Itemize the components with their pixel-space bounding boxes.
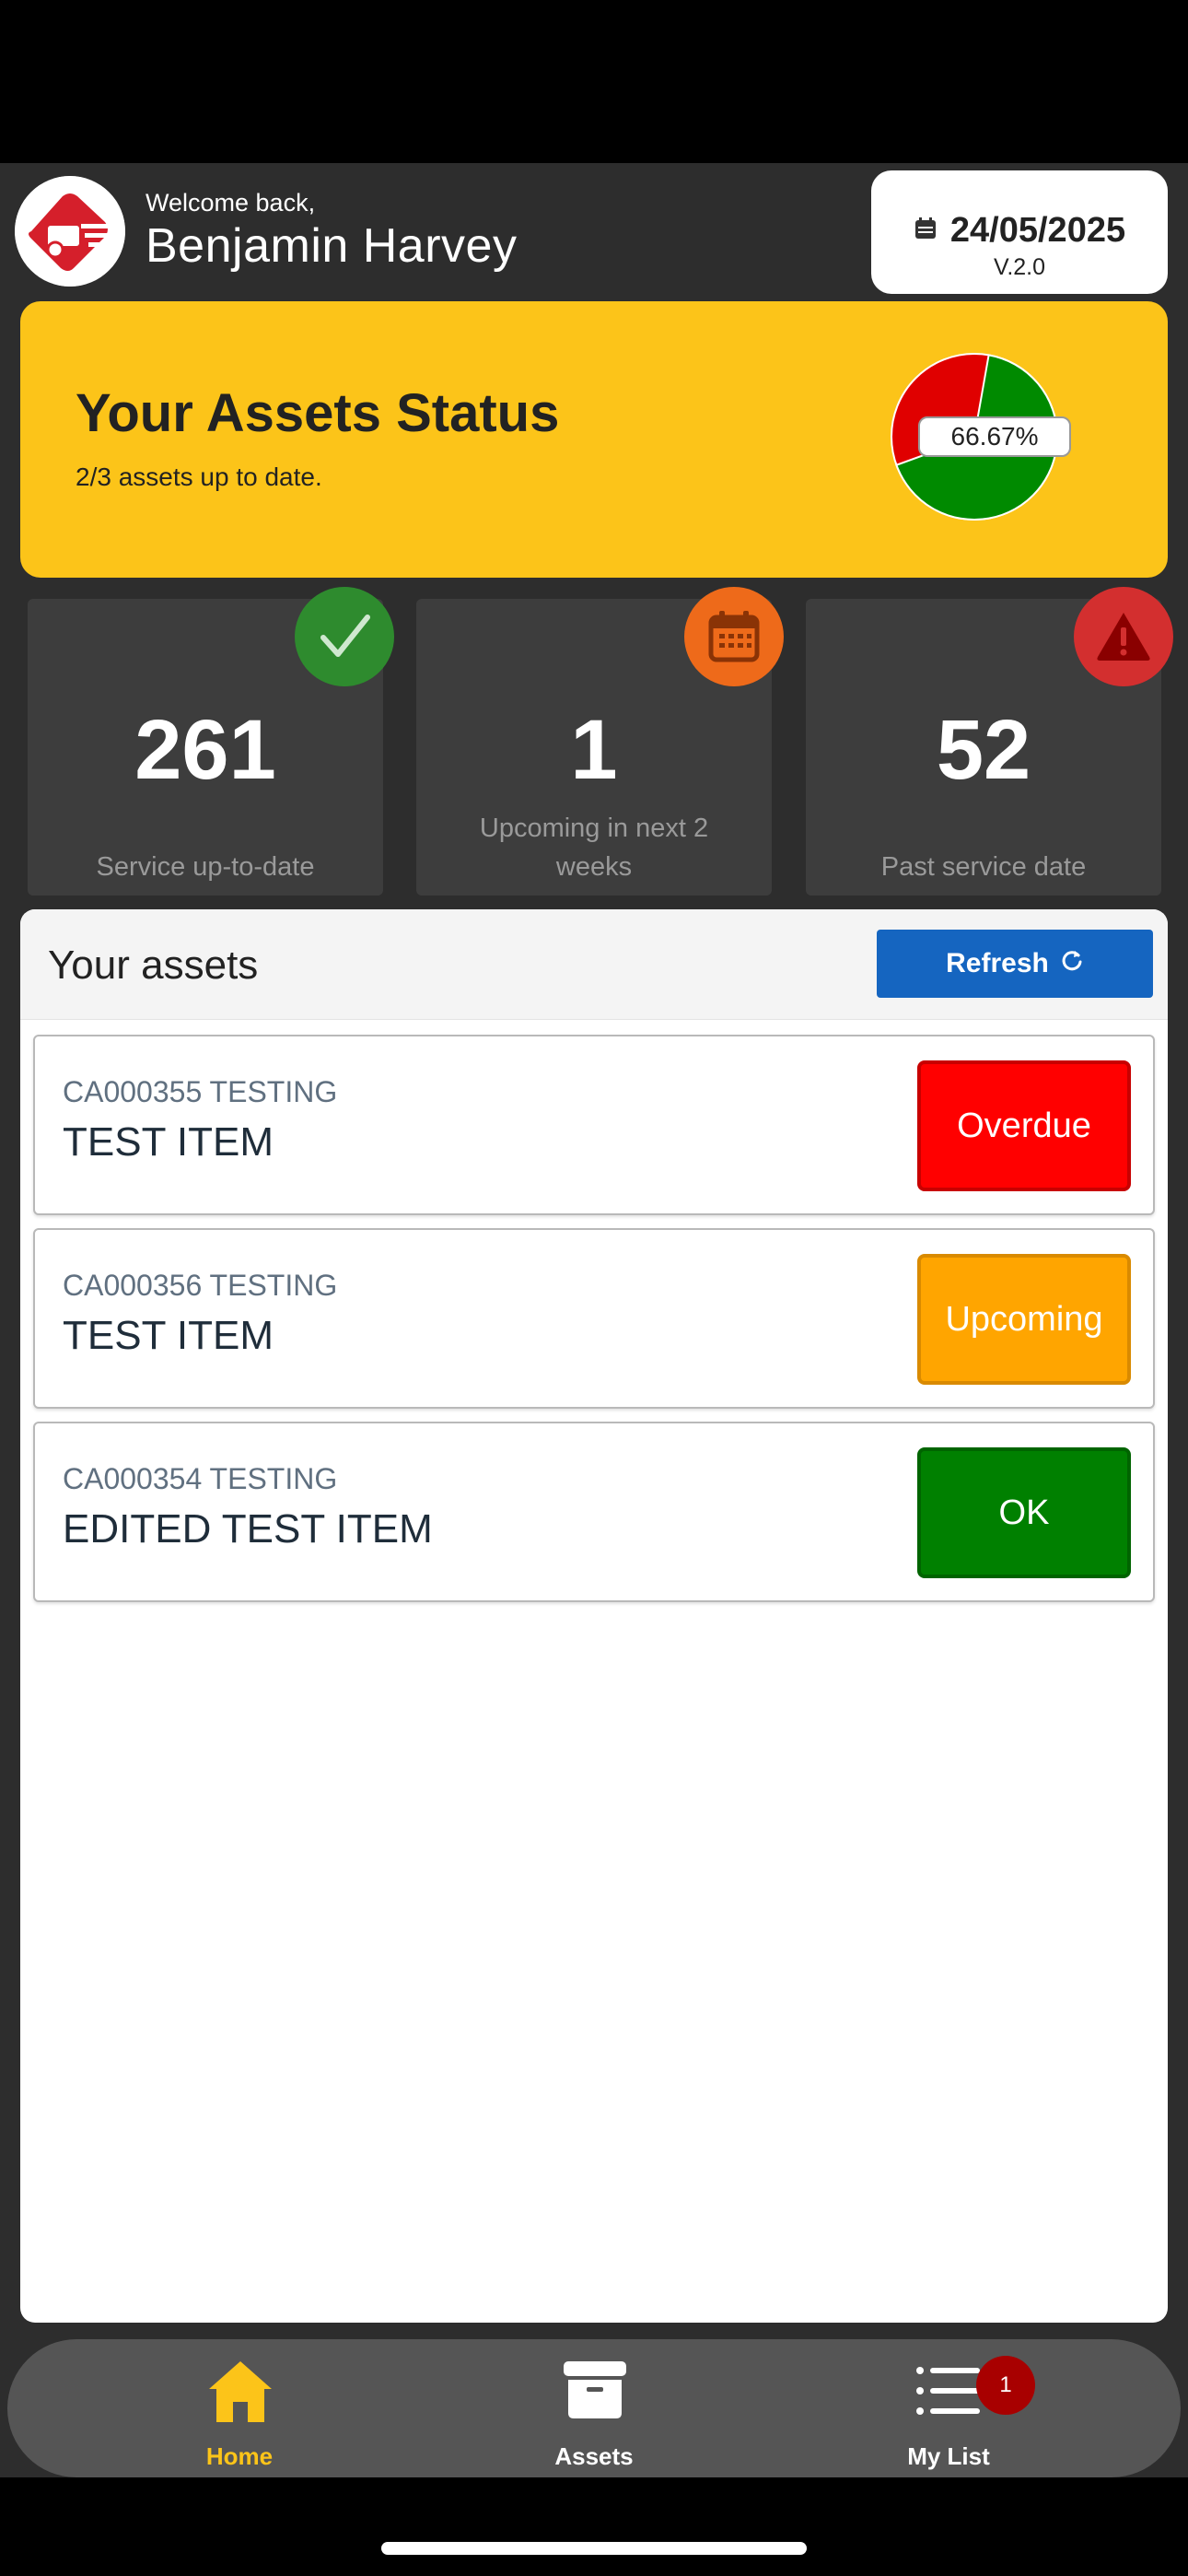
asset-code: CA000355 TESTING xyxy=(63,1075,338,1108)
date-card: 24/05/2025 V.2.0 xyxy=(871,170,1168,294)
asset-list-item[interactable]: CA000355 TESTING TEST ITEM Overdue xyxy=(33,1035,1155,1215)
asset-list-item[interactable]: CA000354 TESTING EDITED TEST ITEM OK xyxy=(33,1422,1155,1602)
refresh-icon xyxy=(1060,948,1084,979)
asset-code: CA000356 TESTING xyxy=(63,1269,338,1302)
stat-value: 52 xyxy=(936,703,1031,797)
assets-status-banner: Your Assets Status 2/3 assets up to date… xyxy=(20,301,1168,578)
assets-panel-title: Your assets xyxy=(48,943,259,988)
asset-name: TEST ITEM xyxy=(63,1119,274,1165)
status-badge-upcoming[interactable]: Upcoming xyxy=(917,1254,1131,1385)
asset-name: TEST ITEM xyxy=(63,1313,274,1358)
warning-icon xyxy=(1074,587,1173,686)
stat-label: Past service date xyxy=(880,852,1087,882)
status-description: 2/3 assets up to date. xyxy=(76,463,322,491)
nav-assets[interactable]: Assets xyxy=(483,2339,705,2477)
home-icon xyxy=(209,2361,272,2422)
stat-value: 261 xyxy=(134,703,276,797)
welcome-text: Welcome back, xyxy=(146,189,316,217)
asset-name: EDITED TEST ITEM xyxy=(63,1506,433,1551)
assets-panel: Your assets Refresh CA000355 TESTING TES… xyxy=(20,909,1168,2323)
nav-assets-label: Assets xyxy=(554,2442,634,2470)
app-screen: Welcome back, Benjamin Harvey 24/05/2025… xyxy=(0,163,1188,2477)
list-icon xyxy=(916,2367,980,2415)
my-list-count-badge: 1 xyxy=(976,2356,1035,2415)
nav-my-list[interactable]: 1 My List xyxy=(838,2339,1059,2477)
nav-home[interactable]: Home xyxy=(129,2339,350,2477)
refresh-button[interactable]: Refresh xyxy=(877,930,1153,998)
nav-home-label: Home xyxy=(205,2442,274,2470)
check-icon xyxy=(295,587,394,686)
stat-label: Service up-to-date xyxy=(96,852,315,882)
calendar-icon xyxy=(684,587,784,686)
user-name: Benjamin Harvey xyxy=(146,219,518,273)
status-badge-overdue[interactable]: Overdue xyxy=(917,1060,1131,1191)
archive-box-icon xyxy=(564,2361,626,2418)
bottom-navigation: Home Assets 1 My List xyxy=(7,2339,1181,2477)
company-logo xyxy=(15,176,125,287)
refresh-label: Refresh xyxy=(946,948,1049,978)
asset-code: CA000354 TESTING xyxy=(63,1462,338,1495)
asset-list-item[interactable]: CA000356 TESTING TEST ITEM Upcoming xyxy=(33,1228,1155,1409)
calendar-icon xyxy=(914,217,938,245)
pie-percent-label: 66.67% xyxy=(918,416,1071,457)
status-title: Your Assets Status xyxy=(76,383,560,443)
stat-value: 1 xyxy=(570,703,618,797)
stat-label: Upcoming in next 2 weeks xyxy=(479,814,709,882)
home-indicator[interactable] xyxy=(381,2542,807,2555)
assets-panel-header: Your assets Refresh xyxy=(20,909,1168,1020)
current-date: 24/05/2025 xyxy=(949,211,1126,250)
app-version: V.2.0 xyxy=(993,254,1046,280)
nav-my-list-label: My List xyxy=(907,2442,990,2470)
status-badge-ok[interactable]: OK xyxy=(917,1447,1131,1578)
